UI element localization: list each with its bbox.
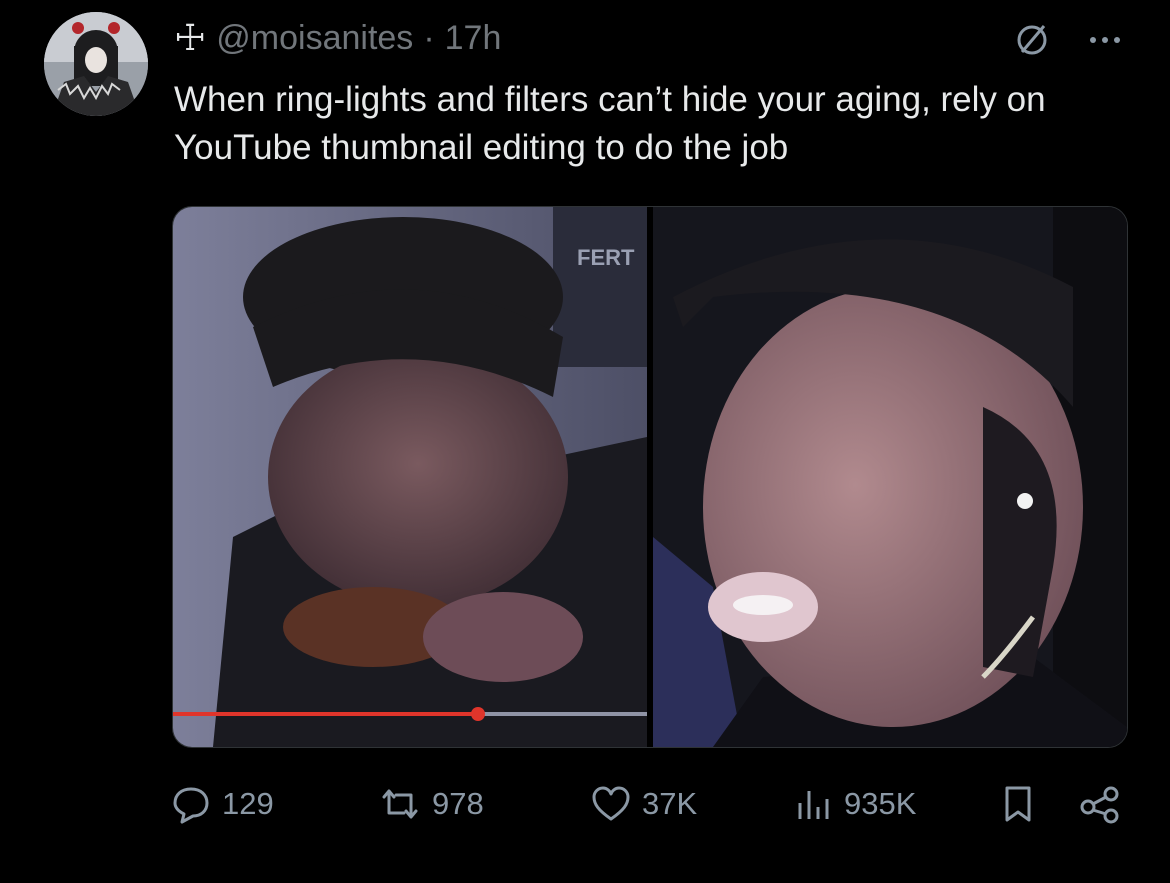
tweet-timestamp[interactable]: 17h [445, 19, 502, 58]
reply-icon [173, 787, 209, 824]
views-button[interactable]: 935K [794, 776, 916, 832]
retweet-icon [382, 789, 418, 819]
retweet-button[interactable]: 978 [378, 776, 484, 832]
retweet-count: 978 [432, 786, 484, 821]
heart-icon [592, 786, 630, 821]
views-icon [798, 791, 829, 819]
bookmark-button[interactable] [1000, 776, 1046, 832]
share-button[interactable] [1078, 776, 1132, 832]
no-entry-icon[interactable] [1012, 20, 1052, 65]
header-separator: · [423, 18, 435, 57]
tweet-header: ☩ @moisanites · 17h [174, 16, 501, 60]
reply-count: 129 [222, 786, 274, 821]
author-handle[interactable]: @moisanites [216, 19, 413, 58]
tweet-actions: 129 978 37K 935K [170, 776, 1130, 832]
share-icon [1080, 786, 1119, 824]
bookmark-icon [1005, 786, 1031, 822]
like-button[interactable]: 37K [590, 776, 697, 832]
tweet-text: When ring-lights and filters can’t hide … [174, 80, 1046, 167]
like-count: 37K [642, 786, 698, 821]
more-icon[interactable] [1085, 20, 1125, 65]
media-photo-right[interactable] [653, 207, 1127, 747]
tweet-media[interactable]: FERT [172, 206, 1128, 748]
avatar[interactable] [44, 12, 148, 116]
cross-symbol: ☩ [174, 17, 207, 58]
view-count: 935K [844, 786, 917, 821]
media-photo-left[interactable]: FERT [173, 207, 647, 747]
media-overlay-text: FERT [577, 245, 635, 270]
avatar-image [44, 12, 148, 116]
reply-button[interactable]: 129 [170, 776, 274, 832]
